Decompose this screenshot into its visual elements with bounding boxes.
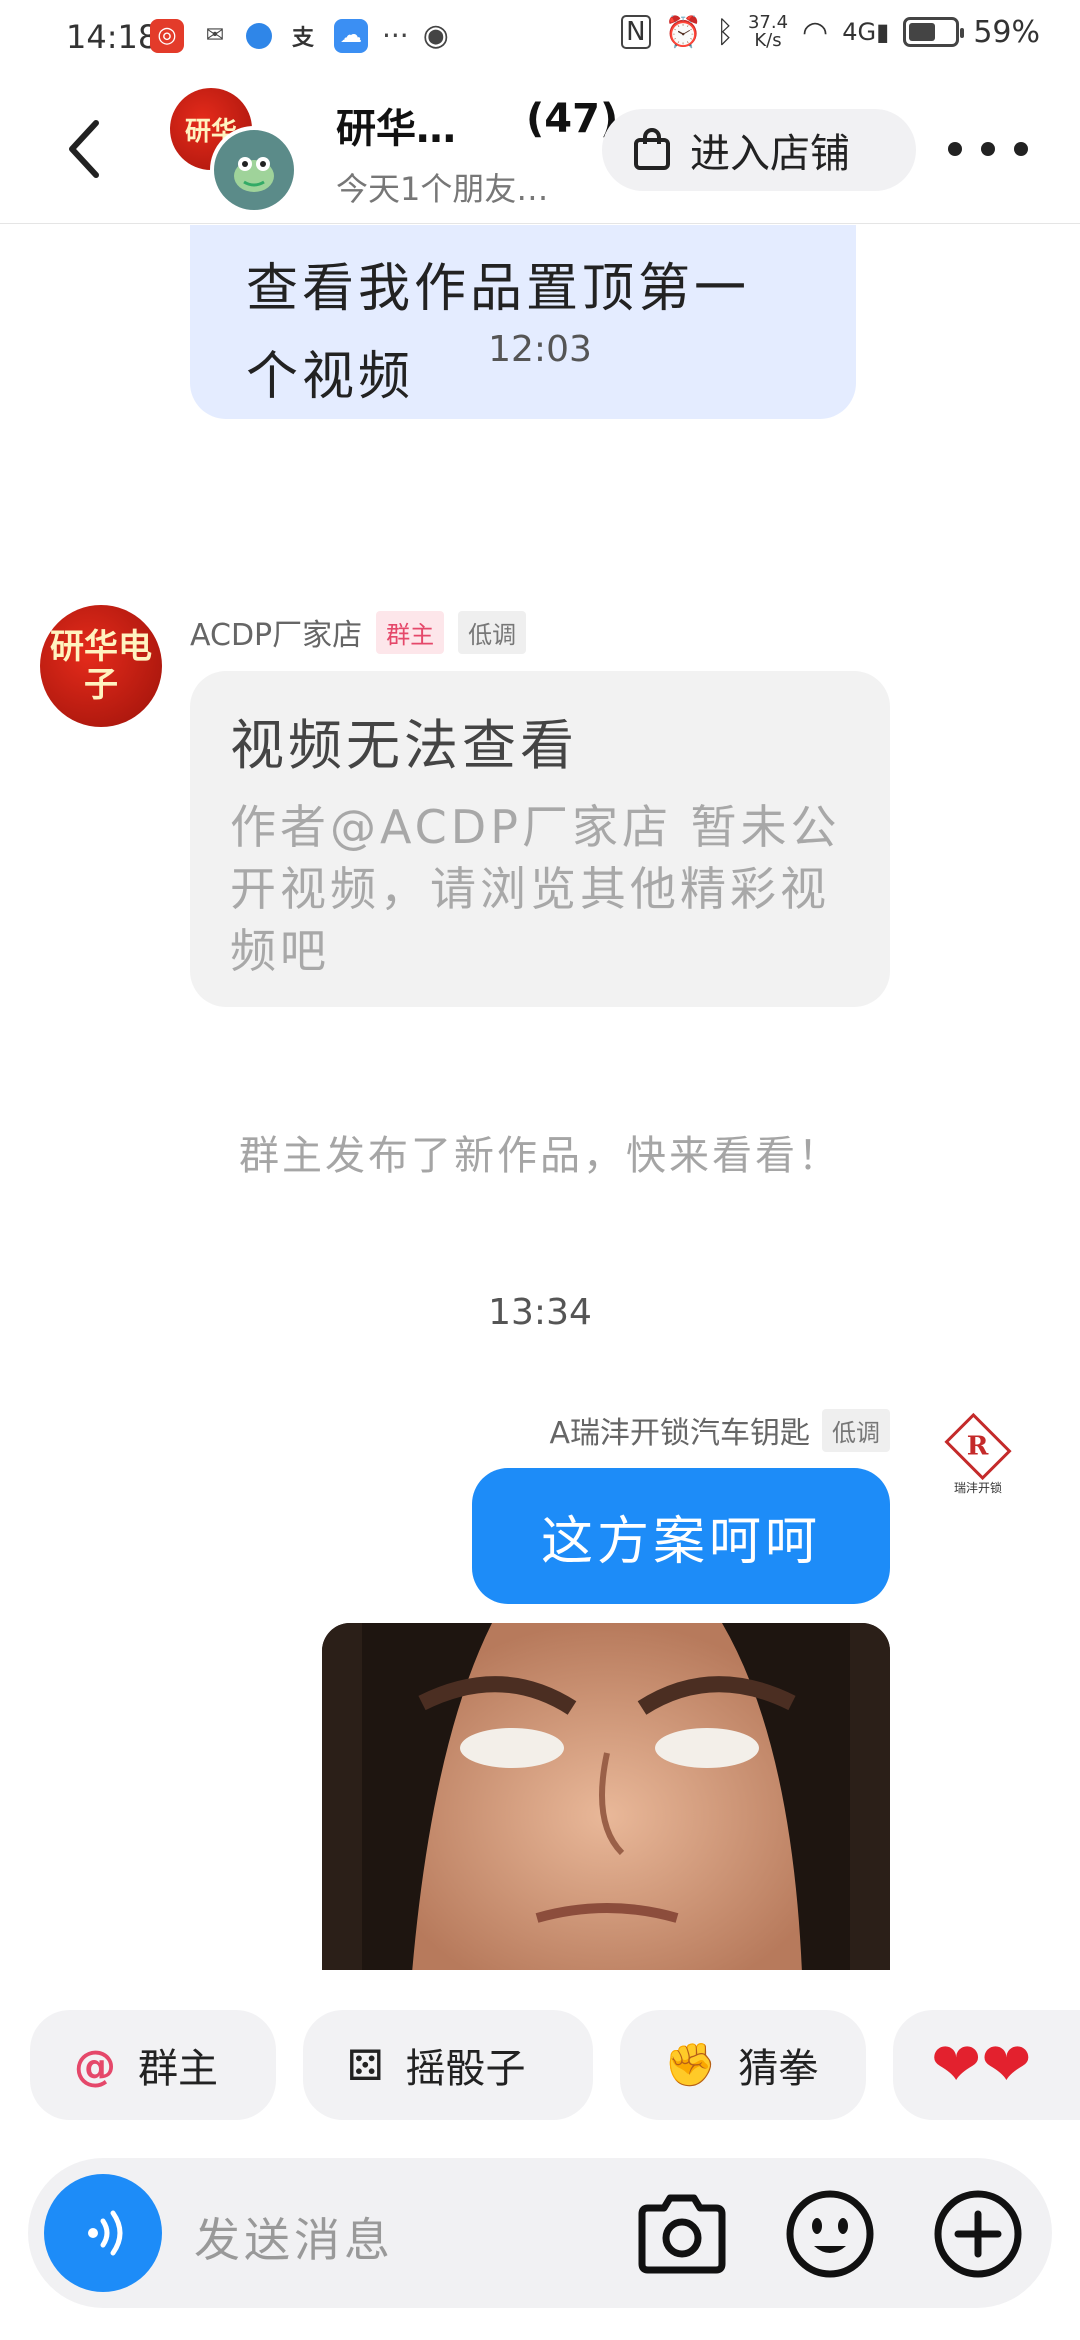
- timestamp: 12:03: [488, 329, 592, 370]
- add-more-button[interactable]: [928, 2184, 1028, 2284]
- camera-button[interactable]: [632, 2184, 732, 2284]
- alipay-icon: 支: [291, 25, 314, 51]
- voice-input-button[interactable]: [44, 2174, 162, 2292]
- owner-badge: 群主: [376, 610, 445, 654]
- system-indicators: N ⏰ ᛒ 37.4 K/s ◠ 4G▮ 59%: [621, 14, 1040, 50]
- frog-avatar-icon: [234, 157, 274, 192]
- battery-fill: [909, 23, 936, 41]
- more-options-button[interactable]: [948, 126, 1028, 172]
- battery-icon: [903, 17, 965, 47]
- cloud-app-icon: ☁: [334, 18, 368, 53]
- at-icon: @: [74, 2040, 116, 2090]
- quick-actions-bar[interactable]: @ 群主 ⚄ 摇骰子 ✊ 猜拳 ❤❤: [0, 2010, 1080, 2120]
- card-title: 视频无法查看: [230, 714, 578, 777]
- more-dot-icon: [948, 142, 962, 156]
- sender-name[interactable]: ACDP厂家店: [190, 610, 362, 654]
- self-sender-line: A瑞沣开锁汽车钥匙 低调: [549, 1408, 890, 1452]
- group-subtitle: 今天1个朋友…: [336, 170, 549, 208]
- brand-logo: R: [944, 1412, 1012, 1481]
- card-body: 作者@ACDP厂家店 暂未公开视频，请浏览其他精彩视频吧: [230, 800, 841, 978]
- quick-action-label: 群主: [138, 2046, 218, 2092]
- notification-icons: ◎ ✉ 支 ☁ ··· ◉: [150, 18, 449, 53]
- plus-circle-icon: [934, 2190, 1022, 2278]
- status-badge: 低调: [458, 610, 527, 654]
- brand-logo-caption: 瑞沣开锁: [953, 1481, 1002, 1495]
- more-dot-icon: [981, 142, 995, 156]
- bluetooth-icon: ᛒ: [715, 14, 734, 50]
- self-message-bubble[interactable]: 这方案呵呵: [472, 1468, 890, 1604]
- battery-percent: 59%: [973, 14, 1040, 50]
- network-speed: 37.4 K/s: [748, 14, 788, 50]
- quick-action-dice[interactable]: ⚄ 摇骰子: [303, 2010, 593, 2120]
- back-button[interactable]: [54, 116, 114, 182]
- smiley-icon: [786, 2190, 874, 2278]
- alarm-icon: ⏰: [664, 14, 702, 50]
- status-bar: 14:18 ◎ ✉ 支 ☁ ··· ◉ N ⏰ ᛒ 37.4 K/s ◠ 4G▮ …: [0, 0, 1080, 76]
- member-avatar-2: [210, 126, 298, 214]
- browser-icon: [246, 22, 272, 49]
- wifi-icon: ◠: [802, 14, 829, 50]
- meme-image[interactable]: [322, 1623, 890, 1970]
- face-meme-icon: [322, 1623, 890, 1970]
- eye-icon: ◉: [422, 18, 449, 53]
- more-notifications-icon: ···: [382, 19, 409, 52]
- quick-action-label: 摇骰子: [405, 2046, 526, 2092]
- brand-logo-letter: R: [967, 1431, 989, 1462]
- net-speed-unit: K/s: [754, 30, 782, 51]
- system-notice: 群主发布了新作品，快来看看！: [239, 1133, 841, 1179]
- signal-icon: 4G▮: [842, 18, 890, 46]
- more-dot-icon: [1014, 142, 1028, 156]
- group-name[interactable]: 研华…: [336, 96, 456, 154]
- quick-action-hearts[interactable]: ❤❤: [893, 2010, 1080, 2120]
- quick-action-mention-owner[interactable]: @ 群主: [30, 2010, 276, 2120]
- timestamp: 13:34: [488, 1292, 592, 1333]
- hearts-icon: ❤❤: [931, 2030, 1032, 2100]
- nfc-icon: N: [621, 15, 651, 49]
- message-input-bar: 发送消息: [28, 2158, 1052, 2308]
- self-sender-name: A瑞沣开锁汽车钥匙: [549, 1416, 810, 1451]
- enter-store-label: 进入店铺: [690, 131, 850, 177]
- chat-message-list[interactable]: 查看我作品置顶第一个视频 12:03 研华电子 ACDP厂家店 群主 低调 视频…: [0, 225, 1080, 1970]
- video-unavailable-card[interactable]: 视频无法查看 作者@ACDP厂家店 暂未公开视频，请浏览其他精彩视频吧: [190, 671, 890, 1007]
- sender-line: ACDP厂家店 群主 低调: [190, 610, 527, 654]
- group-avatar[interactable]: 研华: [170, 88, 300, 218]
- quick-action-rps[interactable]: ✊ 猜拳: [620, 2010, 866, 2120]
- chat-header: 研华 研华… (47) 今天1个朋友… 进入店铺: [0, 76, 1080, 224]
- dice-icon: ⚄: [347, 2040, 384, 2090]
- emoji-button[interactable]: [780, 2184, 880, 2284]
- shopping-bag-icon: [634, 128, 670, 170]
- self-avatar[interactable]: R 瑞沣开锁: [940, 1412, 1016, 1496]
- voice-wave-icon: [88, 2210, 123, 2256]
- message-bubble-partial[interactable]: 查看我作品置顶第一个视频: [190, 225, 856, 419]
- enter-store-button[interactable]: 进入店铺: [602, 109, 916, 191]
- camera-icon: [638, 2194, 726, 2274]
- quick-action-label: 猜拳: [738, 2046, 819, 2092]
- wechat-icon: ✉: [205, 23, 225, 48]
- status-badge: 低调: [822, 1408, 890, 1452]
- status-time: 14:18: [66, 18, 159, 56]
- sender-avatar[interactable]: 研华电子: [40, 605, 162, 727]
- rock-paper-scissors-icon: ✊: [664, 2040, 717, 2089]
- message-input[interactable]: 发送消息: [194, 2204, 394, 2270]
- news-app-icon: ◎: [150, 18, 184, 53]
- chevron-left-icon: [69, 120, 99, 178]
